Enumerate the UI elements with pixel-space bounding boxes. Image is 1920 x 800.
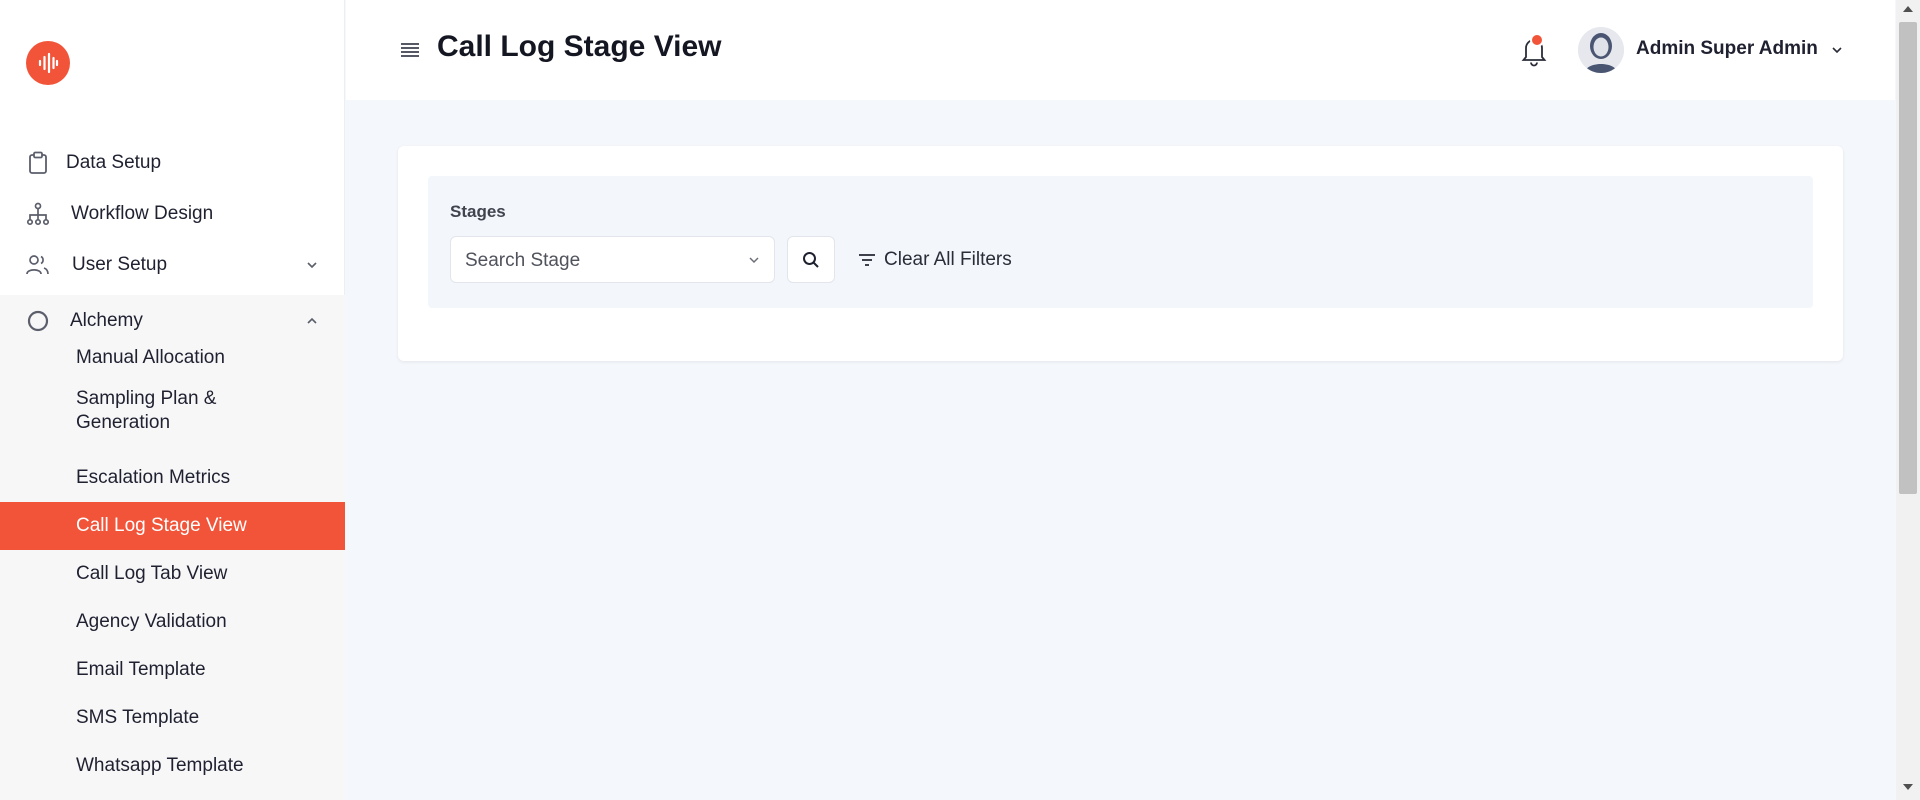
sidebar-item-workflow-design[interactable]: Workflow Design [0,188,345,239]
sidebar-subitem-call-log-tab-view[interactable]: Call Log Tab View [0,550,345,598]
clear-all-filters-button[interactable]: Clear All Filters [858,236,1012,283]
sidebar-subitem-label: Email Template [76,659,206,680]
sidebar-subitem-label: Agency Validation [76,611,227,632]
stage-select-placeholder: Search Stage [465,250,581,271]
top-header: Call Log Stage View Admin Super Admin [346,0,1895,100]
search-button[interactable] [787,236,835,283]
sidebar-subitem-sms-template[interactable]: SMS Template [0,694,345,742]
hierarchy-icon [25,201,51,227]
sidebar-subitem-label: Manual Allocation [76,347,225,368]
stages-label: Stages [450,202,506,221]
sidebar-subitem-manual-allocation[interactable]: Manual Allocation [0,334,345,382]
sidebar: Data Setup Workflow Design User Setup Al… [0,0,345,800]
circle-icon [25,308,51,334]
scroll-up-arrow-icon[interactable] [1903,6,1913,12]
filter-panel: Stages Search Stage Clear All Filters [428,176,1813,308]
sidebar-subitem-call-log-stage-view[interactable]: Call Log Stage View [0,502,345,550]
user-avatar-icon [1578,27,1624,73]
sidebar-item-label: Workflow Design [71,202,214,224]
sidebar-subitem-label: Sampling Plan & Generation [76,388,217,433]
sidebar-item-label: Data Setup [66,151,162,173]
vertical-scrollbar[interactable] [1896,0,1920,800]
sidebar-item-label: User Setup [72,253,168,275]
sidebar-subitem-whatsapp-template[interactable]: Whatsapp Template [0,742,345,790]
alchemy-section: Alchemy Manual Allocation Sampling Plan … [0,295,345,800]
page-title: Call Log Stage View [437,30,722,63]
chevron-down-icon [307,261,317,268]
clipboard-icon [25,150,51,176]
sidebar-subitem-label: Whatsapp Template [76,755,244,776]
sidebar-subitem-label: SMS Template [76,707,200,728]
sidebar-subitem-label: Call Log Tab View [76,563,228,584]
chevron-down-icon[interactable] [1831,45,1843,55]
stage-select[interactable]: Search Stage [450,236,775,283]
scroll-down-arrow-icon[interactable] [1903,784,1913,790]
sidebar-item-label: Alchemy [70,309,143,331]
chevron-down-icon [749,257,759,264]
filter-card: Stages Search Stage Clear All Filters [398,146,1843,361]
user-name[interactable]: Admin Super Admin [1636,38,1818,60]
filter-icon [859,253,875,266]
hamburger-menu-icon[interactable] [400,41,420,59]
sidebar-subitem-email-template[interactable]: Email Template [0,646,345,694]
clear-all-filters-label: Clear All Filters [884,248,1012,270]
sidebar-item-user-setup[interactable]: User Setup [0,239,345,290]
sidebar-subitem-label: Call Log Stage View [76,515,247,536]
sidebar-subitem-escalation-metrics[interactable]: Escalation Metrics [0,454,345,502]
avatar[interactable] [1578,27,1624,73]
search-icon [803,251,819,268]
users-icon [25,252,51,278]
sidebar-subitem-label: Escalation Metrics [76,467,231,488]
notification-badge [1530,33,1544,47]
scrollbar-thumb[interactable] [1899,22,1917,494]
app-logo[interactable] [26,41,70,85]
soundwave-icon [38,52,59,74]
sidebar-subitem-agency-validation[interactable]: Agency Validation [0,598,345,646]
sidebar-item-data-setup[interactable]: Data Setup [0,137,345,188]
chevron-up-icon [307,317,317,324]
sidebar-subitem-sampling-plan[interactable]: Sampling Plan & Generation [0,382,345,440]
